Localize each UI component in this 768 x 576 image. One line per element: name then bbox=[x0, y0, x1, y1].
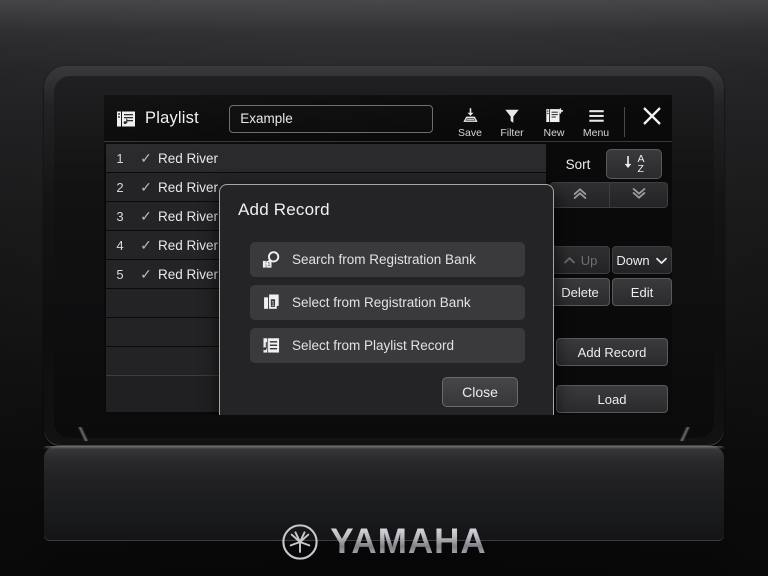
save-icon bbox=[461, 106, 480, 127]
add-record-dialog: Add Record 1 Search from Registration Ba… bbox=[219, 184, 554, 415]
playlist-record-icon bbox=[250, 335, 292, 356]
move-up-label: Up bbox=[581, 253, 598, 268]
svg-text:1: 1 bbox=[267, 262, 270, 268]
sort-letter-z: Z bbox=[637, 164, 644, 174]
move-down-button[interactable]: Down bbox=[612, 246, 672, 274]
row-number: 2 bbox=[106, 180, 134, 195]
delete-button[interactable]: Delete bbox=[550, 278, 610, 306]
menu-button[interactable]: Menu bbox=[575, 106, 617, 139]
sort-az-letters: A Z bbox=[637, 154, 644, 174]
menu-label: Menu bbox=[583, 128, 609, 139]
dialog-close-button[interactable]: Close bbox=[442, 377, 518, 407]
option-search-from-registration-bank[interactable]: 1 Search from Registration Bank bbox=[250, 242, 525, 277]
new-icon bbox=[545, 106, 564, 127]
sort-az-button[interactable]: A Z bbox=[606, 149, 662, 179]
move-up-button[interactable]: Up bbox=[550, 246, 610, 274]
option-select-from-registration-bank[interactable]: 1 Select from Registration Bank bbox=[250, 285, 525, 320]
dialog-title: Add Record bbox=[238, 200, 330, 220]
load-button[interactable]: Load bbox=[556, 385, 668, 413]
page-nav-group bbox=[550, 182, 668, 208]
chevron-down-icon bbox=[655, 253, 668, 268]
option-label: Search from Registration Bank bbox=[292, 252, 476, 267]
row-title: Red River bbox=[158, 267, 218, 282]
save-button[interactable]: Save bbox=[449, 106, 491, 139]
brand-logo: YAMAHA bbox=[0, 523, 768, 561]
row-check-icon[interactable]: ✓ bbox=[134, 266, 158, 283]
brand-name: YAMAHA bbox=[330, 523, 486, 561]
toolbar-divider bbox=[624, 107, 625, 137]
sort-label: Sort bbox=[550, 157, 606, 172]
sort-control: Sort A Z bbox=[550, 148, 672, 180]
page-up-button[interactable] bbox=[550, 182, 609, 208]
row-title: Red River bbox=[158, 238, 218, 253]
search-registration-bank-icon: 1 bbox=[250, 249, 292, 270]
playlist-icon bbox=[116, 109, 136, 129]
filter-label: Filter bbox=[500, 128, 523, 139]
sort-down-icon bbox=[623, 155, 634, 173]
edit-button[interactable]: Edit bbox=[612, 278, 672, 306]
registration-bank-icon: 1 bbox=[250, 292, 292, 313]
screen-header: Playlist Example Save bbox=[104, 95, 672, 142]
row-number: 4 bbox=[106, 238, 134, 253]
option-label: Select from Playlist Record bbox=[292, 338, 454, 353]
page-down-button[interactable] bbox=[609, 182, 668, 208]
row-title: Red River bbox=[158, 180, 218, 195]
chevron-up-icon bbox=[563, 253, 576, 268]
row-check-icon[interactable]: ✓ bbox=[134, 237, 158, 254]
screen-body: 1 ✓ Red River 2 ✓ Red River 3 ✓ Red Rive… bbox=[104, 142, 672, 415]
row-title: Red River bbox=[158, 209, 218, 224]
row-check-icon[interactable]: ✓ bbox=[134, 208, 158, 225]
filter-icon bbox=[503, 106, 521, 127]
page-title: Playlist bbox=[145, 109, 199, 128]
playlist-name-value: Example bbox=[240, 111, 293, 126]
row-number: 1 bbox=[106, 151, 134, 166]
option-label: Select from Registration Bank bbox=[292, 295, 471, 310]
row-number: 3 bbox=[106, 209, 134, 224]
instrument-body: Playlist Example Save bbox=[0, 0, 768, 576]
playlist-name-field[interactable]: Example bbox=[229, 105, 433, 133]
double-chevron-up-icon bbox=[571, 186, 589, 204]
close-screen-button[interactable] bbox=[632, 99, 672, 139]
svg-text:1: 1 bbox=[271, 301, 275, 308]
yamaha-tuning-fork-logo-icon bbox=[281, 523, 319, 561]
move-down-label: Down bbox=[616, 253, 649, 268]
filter-button[interactable]: Filter bbox=[491, 106, 533, 139]
move-record-group: Up Down bbox=[550, 246, 672, 274]
save-label: Save bbox=[458, 128, 482, 139]
row-number: 5 bbox=[106, 267, 134, 282]
new-button[interactable]: New bbox=[533, 106, 575, 139]
new-label: New bbox=[543, 128, 564, 139]
table-row[interactable]: 1 ✓ Red River bbox=[106, 144, 546, 173]
header-toolbar: Save Filter bbox=[449, 99, 672, 139]
record-actions-group: Delete Edit bbox=[550, 278, 672, 306]
row-title: Red River bbox=[158, 151, 218, 166]
lower-panel-highlight bbox=[44, 446, 724, 449]
lcd-screen: Playlist Example Save bbox=[104, 95, 672, 415]
close-icon bbox=[640, 104, 664, 133]
side-control-panel: Sort A Z bbox=[550, 142, 672, 415]
body-sheen bbox=[0, 0, 768, 70]
row-check-icon[interactable]: ✓ bbox=[134, 179, 158, 196]
double-chevron-down-icon bbox=[630, 186, 648, 204]
row-check-icon[interactable]: ✓ bbox=[134, 150, 158, 167]
menu-icon bbox=[587, 106, 606, 127]
option-select-from-playlist-record[interactable]: Select from Playlist Record bbox=[250, 328, 525, 363]
header-title-group: Playlist bbox=[104, 109, 229, 129]
add-record-button[interactable]: Add Record bbox=[556, 338, 668, 366]
